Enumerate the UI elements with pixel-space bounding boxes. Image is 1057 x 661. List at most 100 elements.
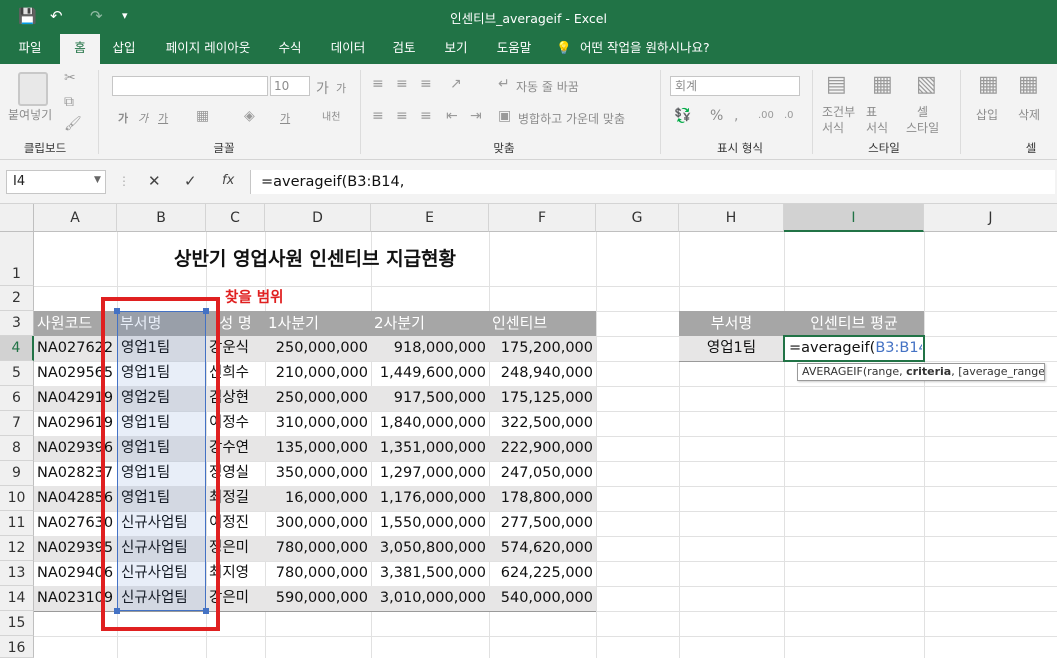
delete-cells-icon[interactable]: ▦ <box>1018 72 1039 97</box>
align-right-icon[interactable]: ≡ <box>420 108 432 124</box>
row-header-12[interactable]: 12 <box>0 536 34 561</box>
border-icon[interactable]: ▦ <box>196 108 209 124</box>
paste-icon[interactable] <box>18 72 48 106</box>
accounting-format-icon[interactable]: 💱 <box>674 108 691 124</box>
tooltip-function[interactable]: AVERAGEIF( <box>802 365 867 378</box>
cell-q2[interactable]: 3,010,000,000 <box>371 586 489 611</box>
cell-incentive[interactable]: 574,620,000 <box>489 536 596 561</box>
align-bottom-icon[interactable]: ≡ <box>420 76 432 92</box>
name-box-dropdown-icon[interactable]: ▼ <box>94 175 101 185</box>
cell-incentive[interactable]: 222,900,000 <box>489 436 596 461</box>
italic-button[interactable]: 가 <box>138 110 148 126</box>
cell-q2[interactable]: 918,000,000 <box>371 336 489 361</box>
formula-input[interactable]: =averageif(B3:B14, <box>250 170 1055 194</box>
row-header-8[interactable]: 8 <box>0 436 34 461</box>
cell-q1[interactable]: 780,000,000 <box>265 536 371 561</box>
font-name-select[interactable] <box>112 76 268 96</box>
cell-q1[interactable]: 135,000,000 <box>265 436 371 461</box>
row-header-3[interactable]: 3 <box>0 311 34 336</box>
cell-q1[interactable]: 16,000,000 <box>265 486 371 511</box>
cell-styles-button[interactable]: 셀 스타일 <box>906 104 939 136</box>
row-header-7[interactable]: 7 <box>0 411 34 436</box>
cell-incentive[interactable]: 247,050,000 <box>489 461 596 486</box>
cell-incentive[interactable]: 175,125,000 <box>489 386 596 411</box>
cell-q2[interactable]: 1,176,000,000 <box>371 486 489 511</box>
header-incentive[interactable]: 인센티브 <box>489 311 596 336</box>
tab-formulas[interactable]: 수식 <box>268 32 312 64</box>
tab-data[interactable]: 데이터 <box>320 32 376 64</box>
fill-color-icon[interactable]: ◈ <box>244 108 255 124</box>
tab-review[interactable]: 검토 <box>382 32 426 64</box>
align-center-icon[interactable]: ≡ <box>396 108 408 124</box>
font-size-select[interactable]: 10 <box>270 76 310 96</box>
orientation-icon[interactable]: ↗ <box>450 76 462 92</box>
row-header-9[interactable]: 9 <box>0 461 34 486</box>
row-header-11[interactable]: 11 <box>0 511 34 536</box>
increase-decimal-icon[interactable]: .00 <box>758 110 774 121</box>
cell-incentive[interactable]: 624,225,000 <box>489 561 596 586</box>
row-header-2[interactable]: 2 <box>0 286 34 311</box>
merge-center-button[interactable]: 병합하고 가운데 맞춤 <box>518 110 625 127</box>
percent-button[interactable]: % <box>710 108 723 124</box>
row-header-16[interactable]: 16 <box>0 636 34 658</box>
increase-indent-icon[interactable]: ⇥ <box>470 108 482 124</box>
row-header-4[interactable]: 4 <box>0 336 34 361</box>
column-header-e[interactable]: E <box>371 204 489 232</box>
tooltip-arg-average-range[interactable]: , [average_range]) <box>951 365 1044 378</box>
lookup-header-average[interactable]: 인센티브 평균 <box>784 311 924 336</box>
cell-q2[interactable]: 917,500,000 <box>371 386 489 411</box>
format-table-icon[interactable]: ▦ <box>872 72 893 97</box>
active-cell-editor[interactable]: =averageif(B3:B14, <box>786 336 922 361</box>
cell-incentive[interactable]: 175,200,000 <box>489 336 596 361</box>
enter-icon[interactable]: ✓ <box>184 172 197 190</box>
decrease-indent-icon[interactable]: ⇤ <box>446 108 458 124</box>
cell-q1[interactable]: 300,000,000 <box>265 511 371 536</box>
name-box[interactable]: I4 <box>6 170 106 194</box>
decrease-decimal-icon[interactable]: .0 <box>784 110 794 121</box>
column-header-d[interactable]: D <box>265 204 371 232</box>
cell-q2[interactable]: 1,297,000,000 <box>371 461 489 486</box>
insert-cells-icon[interactable]: ▦ <box>978 72 999 97</box>
tab-insert[interactable]: 삽입 <box>104 32 144 64</box>
cell-incentive[interactable]: 178,800,000 <box>489 486 596 511</box>
font-color-button[interactable]: 가 <box>280 110 290 126</box>
row-header-5[interactable]: 5 <box>0 361 34 386</box>
cell-incentive[interactable]: 540,000,000 <box>489 586 596 611</box>
insert-cells-button[interactable]: 삽입 <box>976 106 998 123</box>
sheet-title[interactable]: 상반기 영업사원 인센티브 지급현황 <box>34 232 596 286</box>
cell-incentive[interactable]: 322,500,000 <box>489 411 596 436</box>
tab-home[interactable]: 홈 <box>60 34 100 64</box>
bold-button[interactable]: 가 <box>118 110 128 126</box>
cell-q2[interactable]: 1,550,000,000 <box>371 511 489 536</box>
cell-q2[interactable]: 1,351,000,000 <box>371 436 489 461</box>
tell-me-box[interactable]: 어떤 작업을 원하시나요? <box>580 32 730 64</box>
tab-page-layout[interactable]: 페이지 레이아웃 <box>152 32 264 64</box>
cut-icon[interactable]: ✂ <box>64 70 76 86</box>
lookup-header-department[interactable]: 부서명 <box>679 311 784 336</box>
tab-file[interactable]: 파일 <box>8 32 52 64</box>
cell-q1[interactable]: 210,000,000 <box>265 361 371 386</box>
align-middle-icon[interactable]: ≡ <box>396 76 408 92</box>
lookup-department-value[interactable]: 영업1팀 <box>679 336 784 361</box>
format-painter-icon[interactable]: 🖌 <box>64 116 82 132</box>
column-header-i[interactable]: I <box>784 204 924 232</box>
header-q1[interactable]: 1사분기 <box>265 311 371 336</box>
cell-q1[interactable]: 250,000,000 <box>265 336 371 361</box>
tooltip-arg-range[interactable]: range, <box>867 365 906 378</box>
row-header-1[interactable]: 1 <box>0 232 34 286</box>
cell-q1[interactable]: 780,000,000 <box>265 561 371 586</box>
cell-q2[interactable]: 3,381,500,000 <box>371 561 489 586</box>
worksheet-grid[interactable]: A B C D E F G H I J 1 2 3 4 5 6 7 8 9 10… <box>0 204 1057 658</box>
row-header-10[interactable]: 10 <box>0 486 34 511</box>
column-header-b[interactable]: B <box>117 204 206 232</box>
function-tooltip[interactable]: AVERAGEIF(range, criteria, [average_rang… <box>797 363 1045 381</box>
cell-styles-icon[interactable]: ▧ <box>916 72 937 97</box>
shrink-font-icon[interactable]: 가 <box>336 80 346 96</box>
cell-q2[interactable]: 3,050,800,000 <box>371 536 489 561</box>
conditional-format-icon[interactable]: ▤ <box>826 72 847 97</box>
underline-button[interactable]: 가 <box>158 110 168 126</box>
align-top-icon[interactable]: ≡ <box>372 76 384 92</box>
column-header-a[interactable]: A <box>34 204 117 232</box>
cell-q2[interactable]: 1,449,600,000 <box>371 361 489 386</box>
grow-font-icon[interactable]: 가 <box>316 78 329 98</box>
